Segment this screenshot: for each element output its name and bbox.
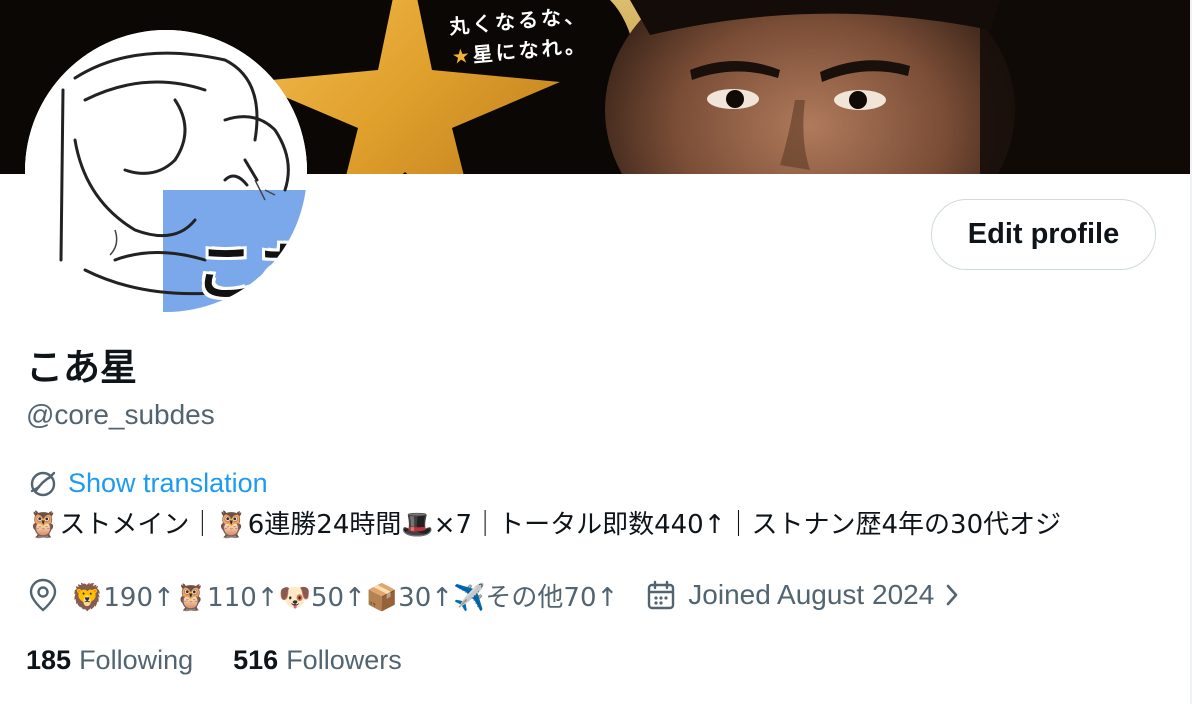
avatar[interactable]: こあ	[25, 30, 307, 312]
follow-stats: 185 Following 516 Followers	[26, 640, 402, 680]
edit-profile-button[interactable]: Edit profile	[931, 199, 1156, 270]
translation-row: Show translation	[27, 465, 268, 501]
banner-tagline: 丸くなるな、 ★星になれ。	[448, 0, 591, 72]
followers-count: 516	[233, 644, 279, 675]
following-link[interactable]: 185 Following	[26, 645, 193, 676]
location-text: 🦁190↑🦉110↑🐶50↑📦30↑✈️その他70↑	[71, 582, 619, 613]
following-count: 185	[26, 644, 72, 675]
avatar-text: こあ	[195, 236, 307, 309]
profile-page: 丸くなるな、 ★星になれ。 こあ Edit profile こあ星 @core_…	[0, 0, 1192, 704]
followers-link[interactable]: 516 Followers	[233, 645, 402, 676]
show-translation-link[interactable]: Show translation	[68, 468, 268, 499]
star-icon: ★	[450, 43, 474, 69]
chevron-right-icon[interactable]	[944, 582, 960, 608]
location-pin-icon	[29, 578, 57, 612]
display-name: こあ星	[26, 346, 137, 389]
following-label: Following	[79, 644, 194, 675]
joined-date: Joined August 2024	[688, 579, 935, 610]
profile-meta-row: 🦁190↑🦉110↑🐶50↑📦30↑✈️その他70↑ Joined August…	[27, 573, 960, 617]
calendar-icon	[648, 580, 675, 610]
user-handle: @core_subdes	[26, 399, 215, 430]
followers-label: Followers	[286, 644, 402, 675]
profile-bio: 🦉ストメイン｜🦉6連勝24時間🎩×7｜トータル即数440↑｜ストナン歴4年の30…	[27, 510, 1062, 540]
translate-icon	[30, 471, 56, 497]
